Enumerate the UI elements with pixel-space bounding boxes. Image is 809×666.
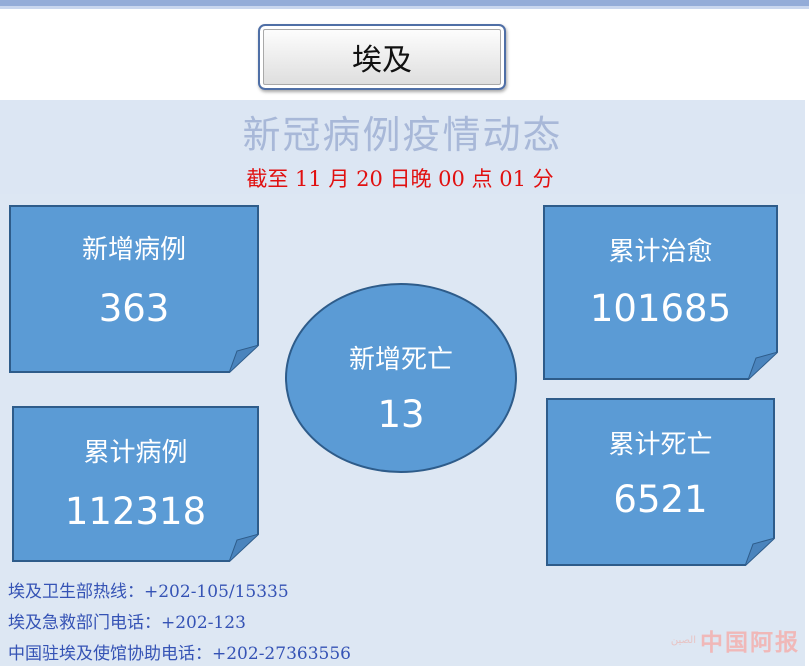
- total-recovered-value: 101685: [589, 287, 732, 330]
- page-curl-icon: [745, 538, 775, 566]
- page-curl-icon: [229, 345, 259, 373]
- country-title: 埃及: [352, 43, 412, 78]
- main-title: 新冠病例疫情动态: [242, 113, 563, 157]
- watermark-logo: 中国阿报: [700, 629, 800, 656]
- new-cases-card: 新增病例 363: [9, 205, 259, 373]
- top-border-light: [0, 6, 809, 9]
- new-deaths-value: 13: [377, 393, 425, 436]
- new-deaths-circle: 新增死亡 13: [285, 283, 517, 473]
- new-cases-value: 363: [98, 287, 170, 330]
- contact-health-ministry: 埃及卫生部热线：+202-105/15335: [8, 582, 289, 602]
- new-deaths-label: 新增死亡: [348, 345, 453, 375]
- total-deaths-label: 累计死亡: [608, 430, 713, 460]
- new-cases-label: 新增病例: [81, 235, 186, 265]
- contact-embassy: 中国驻埃及使馆协助电话：+202-27363556: [8, 644, 351, 664]
- contact-emergency: 埃及急救部门电话：+202-123: [8, 613, 246, 633]
- date-line: 截至 11 月 20 日晚 00 点 01 分: [246, 167, 554, 191]
- total-recovered-card: 累计治愈 101685: [543, 205, 778, 380]
- watermark-arabic: الصين: [670, 634, 696, 646]
- page-curl-icon: [748, 352, 778, 380]
- country-title-box: 埃及: [258, 24, 506, 90]
- total-cases-card: 累计病例 112318: [12, 406, 259, 562]
- total-recovered-label: 累计治愈: [608, 237, 713, 267]
- total-cases-label: 累计病例: [83, 438, 188, 468]
- page-curl-icon: [229, 534, 259, 562]
- newspaper-watermark: الصين 中国阿报: [640, 624, 800, 656]
- total-cases-value: 112318: [64, 490, 207, 533]
- total-deaths-value: 6521: [613, 478, 708, 521]
- total-deaths-card: 累计死亡 6521: [546, 398, 775, 566]
